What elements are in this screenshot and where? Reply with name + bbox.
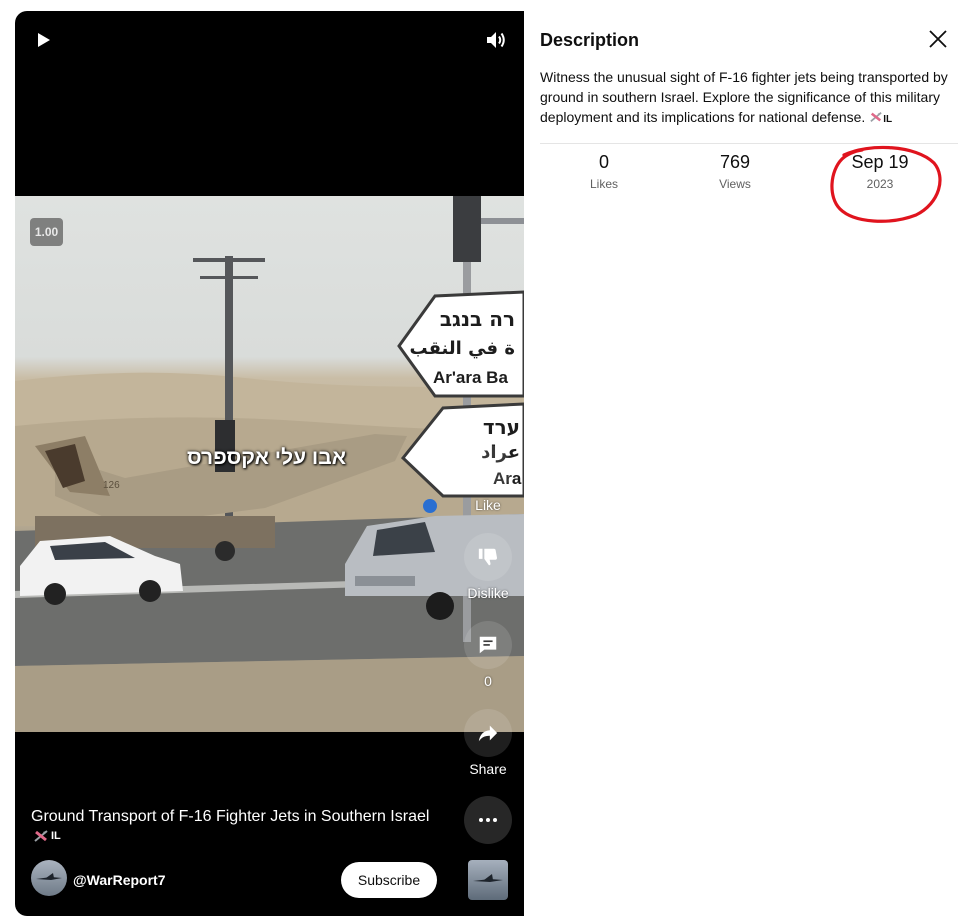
like-button[interactable]	[464, 445, 512, 493]
dislike-button[interactable]	[464, 533, 512, 581]
title-flag-text: IL	[51, 830, 61, 842]
more-options-button[interactable]	[464, 796, 512, 844]
dislike-label: Dislike	[467, 585, 509, 601]
channel-handle[interactable]: @WarReport7	[73, 872, 165, 888]
thumbs-up-icon	[478, 460, 498, 478]
share-icon	[478, 725, 498, 742]
subscribe-button[interactable]: Subscribe	[341, 862, 437, 898]
volume-icon[interactable]	[483, 27, 509, 53]
share-button[interactable]	[464, 709, 512, 757]
sound-thumbnail[interactable]	[468, 860, 508, 900]
close-button[interactable]	[925, 26, 951, 52]
jet-avatar-icon	[36, 873, 62, 880]
shorts-player[interactable]: 126 רה בנגב ة في النقب Ar'ara Ba ערד عرا…	[15, 11, 524, 916]
description-panel: Description Witness the unusual sight of…	[524, 11, 976, 916]
jet-thumbnail-icon	[473, 874, 503, 882]
likes-label: Likes	[589, 177, 618, 191]
like-label: Like	[475, 497, 501, 513]
title-flag: IL	[33, 829, 61, 843]
dislike-action[interactable]: Dislike	[463, 533, 513, 601]
sign1-latin: Ar'ara Ba	[433, 368, 508, 387]
playback-speed-badge[interactable]: 1.00	[30, 218, 63, 246]
panel-title: Description	[540, 30, 640, 50]
thumbs-down-icon	[478, 548, 498, 566]
views-value: 769	[719, 152, 751, 172]
more-action[interactable]	[463, 796, 513, 844]
jet-emoji-icon	[870, 112, 882, 122]
video-overlay-caption: אבו עלי אקספרס	[187, 446, 347, 469]
comments-action[interactable]: 0	[463, 621, 513, 689]
likes-stat: 0 Likes	[544, 151, 664, 191]
likes-value: 0	[598, 152, 609, 172]
play-icon[interactable]	[33, 29, 55, 51]
description-text: Witness the unusual sight of F-16 fighte…	[540, 67, 960, 130]
jet-number: 126	[103, 480, 120, 491]
comment-icon	[479, 636, 497, 654]
share-action[interactable]: Share	[463, 709, 513, 777]
sign1-arabic: ة في النقب	[410, 338, 515, 359]
views-label: Views	[719, 177, 751, 191]
like-action[interactable]: Like	[463, 445, 513, 513]
close-icon	[929, 30, 947, 48]
video-frame[interactable]: 126 רה בנגב ة في النقب Ar'ara Ba ערד عرا…	[15, 196, 524, 732]
red-annotation-circle	[830, 145, 942, 223]
sign2-hebrew: ערד	[483, 415, 520, 439]
channel-avatar[interactable]	[31, 860, 67, 896]
description-flag: IL	[883, 114, 893, 125]
share-label: Share	[469, 761, 507, 777]
views-stat: 769 Views	[675, 151, 795, 191]
more-horizontal-icon	[479, 818, 497, 822]
video-title[interactable]: Ground Transport of F-16 Fighter Jets in…	[31, 806, 451, 828]
comments-count: 0	[484, 673, 492, 689]
jet-emoji-icon	[34, 830, 48, 842]
sign1-hebrew: רה בנגב	[440, 307, 515, 331]
comments-button[interactable]	[464, 621, 512, 669]
